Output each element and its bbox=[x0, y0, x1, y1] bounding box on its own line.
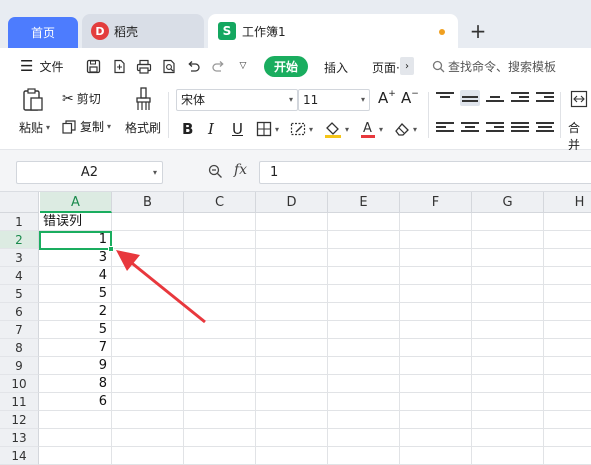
chevron-down-icon: ▾ bbox=[46, 123, 51, 132]
svg-text:A: A bbox=[363, 121, 372, 136]
tab-docer-label: 稻壳 bbox=[114, 24, 139, 39]
quick-access-dropdown-icon[interactable]: ▽ bbox=[234, 57, 252, 75]
spreadsheet-logo-icon: S bbox=[218, 22, 236, 40]
font-size-value: 11 bbox=[303, 93, 319, 107]
font-size-select[interactable]: 11 ▾ bbox=[298, 89, 370, 111]
align-center-icon[interactable] bbox=[461, 120, 479, 136]
print-icon[interactable] bbox=[135, 57, 153, 75]
file-menu[interactable]: ☰ 文件 bbox=[20, 57, 63, 75]
indent-decrease-icon[interactable] bbox=[511, 90, 529, 106]
unsaved-dot-icon bbox=[439, 29, 445, 35]
italic-button[interactable]: I bbox=[208, 118, 214, 140]
formula-input[interactable]: 1 bbox=[259, 161, 591, 184]
cell-style-button[interactable]: ▾ bbox=[290, 118, 313, 140]
merge-icon[interactable] bbox=[570, 90, 588, 108]
format-painter-label: 格式刷 bbox=[125, 121, 162, 135]
docer-logo-icon: D bbox=[91, 22, 109, 40]
command-search-placeholder: 查找命令、搜索模板 bbox=[448, 60, 557, 74]
ribbon-home: 粘贴 ▾ ✂ 剪切 复制 ▾ 格式刷 宋体 ▾ 11 ▾ A + A − B I U ▾… bbox=[0, 84, 591, 153]
copy-icon bbox=[62, 119, 76, 134]
scissors-icon: ✂ bbox=[62, 90, 74, 107]
justify-icon[interactable] bbox=[511, 120, 529, 136]
cut-button[interactable]: ✂ 剪切 bbox=[62, 90, 101, 107]
tab-home[interactable]: 首页 bbox=[8, 17, 78, 48]
distributed-icon[interactable] bbox=[536, 120, 554, 136]
borders-button[interactable]: ▾ bbox=[256, 118, 279, 140]
grow-font-button[interactable]: A + bbox=[378, 89, 396, 107]
paste-label: 粘贴 bbox=[19, 121, 44, 135]
cut-label: 剪切 bbox=[76, 92, 101, 106]
chevron-down-icon: ▾ bbox=[107, 122, 112, 131]
fill-bucket-icon bbox=[325, 122, 341, 138]
fill-color-button[interactable]: ▾ bbox=[324, 118, 349, 140]
font-name-value: 宋体 bbox=[181, 93, 206, 107]
tab-insert[interactable]: 插入 bbox=[324, 59, 348, 76]
hamburger-icon: ☰ bbox=[20, 57, 34, 75]
merge-button[interactable]: 合并 bbox=[568, 119, 591, 153]
align-left-icon[interactable] bbox=[436, 120, 454, 136]
tab-workbook-label: 工作簿1 bbox=[242, 24, 286, 39]
tab-home-label: 首页 bbox=[30, 26, 55, 40]
search-icon bbox=[432, 60, 445, 73]
chevron-down-icon: ▾ bbox=[288, 95, 293, 104]
align-middle-icon[interactable] bbox=[460, 90, 480, 106]
chevron-down-icon: ▾ bbox=[309, 124, 314, 134]
tab-docer[interactable]: D 稻壳 bbox=[82, 14, 204, 48]
tab-bar: 首页 D 稻壳 S 工作簿1 + bbox=[0, 0, 591, 48]
redo-icon[interactable] bbox=[209, 57, 227, 75]
clear-format-button[interactable]: ▾ bbox=[394, 118, 417, 140]
paste-icon[interactable] bbox=[22, 88, 44, 112]
shrink-font-button[interactable]: A − bbox=[401, 89, 419, 107]
file-menu-label: 文件 bbox=[39, 59, 64, 74]
align-bottom-icon[interactable] bbox=[486, 90, 504, 106]
bold-button[interactable]: B bbox=[182, 118, 193, 140]
name-box[interactable]: A2 ▾ bbox=[16, 161, 163, 184]
annotation-arrow-icon bbox=[116, 250, 206, 324]
align-top-icon[interactable] bbox=[436, 90, 454, 106]
chevron-down-icon: ▾ bbox=[379, 124, 384, 134]
chevron-down-icon: ▾ bbox=[360, 95, 365, 104]
insert-function-button[interactable]: fx bbox=[234, 162, 247, 178]
font-color-button[interactable]: A ▾ bbox=[360, 118, 383, 140]
cell-style-icon bbox=[290, 122, 306, 136]
menu-bar: ☰ 文件 ▽ 开始 插入 页面· › 查找命令、搜索模板 bbox=[0, 48, 591, 84]
format-painter-button[interactable]: 格式刷 bbox=[125, 119, 161, 136]
copy-label: 复制 bbox=[80, 120, 105, 134]
chevron-down-icon: ▾ bbox=[152, 168, 157, 177]
arrow-shaft bbox=[127, 258, 206, 324]
font-name-select[interactable]: 宋体 ▾ bbox=[176, 89, 298, 111]
tab-start[interactable]: 开始 bbox=[264, 56, 308, 77]
spreadsheet-grid[interactable]: A B C D E F G H 1 2 3 4 5 6 7 8 9 10 11 12 13 14 错误列 1 3 4 5 2 5 7 9 8 6 bbox=[0, 192, 591, 465]
ribbon-separator bbox=[428, 92, 429, 138]
command-search[interactable]: 查找命令、搜索模板 bbox=[432, 58, 556, 75]
new-tab-button[interactable]: + bbox=[468, 19, 488, 43]
undo-icon[interactable] bbox=[184, 57, 202, 75]
chevron-down-icon: ▾ bbox=[345, 124, 350, 134]
paste-button[interactable]: 粘贴 ▾ bbox=[19, 119, 50, 136]
eraser-icon bbox=[395, 123, 409, 136]
ribbon-separator bbox=[560, 92, 561, 138]
font-color-icon: A bbox=[361, 121, 375, 138]
menu-more-button[interactable]: › bbox=[400, 57, 414, 75]
save-icon[interactable] bbox=[84, 57, 102, 75]
indent-increase-icon[interactable] bbox=[536, 90, 554, 106]
zoom-icon[interactable] bbox=[208, 164, 223, 183]
copy-button[interactable]: 复制 ▾ bbox=[62, 118, 111, 135]
chevron-down-icon: ▾ bbox=[275, 124, 280, 134]
underline-button[interactable]: U bbox=[232, 118, 243, 140]
format-painter-icon[interactable] bbox=[134, 87, 154, 111]
borders-icon bbox=[256, 121, 272, 137]
export-pdf-icon[interactable] bbox=[110, 57, 128, 75]
ribbon-separator bbox=[168, 92, 169, 138]
formula-bar: A2 ▾ fx 1 bbox=[0, 150, 591, 192]
print-preview-icon[interactable] bbox=[160, 57, 178, 75]
tab-workbook[interactable]: S 工作簿1 bbox=[208, 14, 458, 48]
tab-page[interactable]: 页面· bbox=[372, 59, 400, 76]
align-right-icon[interactable] bbox=[486, 120, 504, 136]
name-box-value: A2 bbox=[80, 165, 99, 180]
chevron-down-icon: ▾ bbox=[413, 124, 418, 134]
